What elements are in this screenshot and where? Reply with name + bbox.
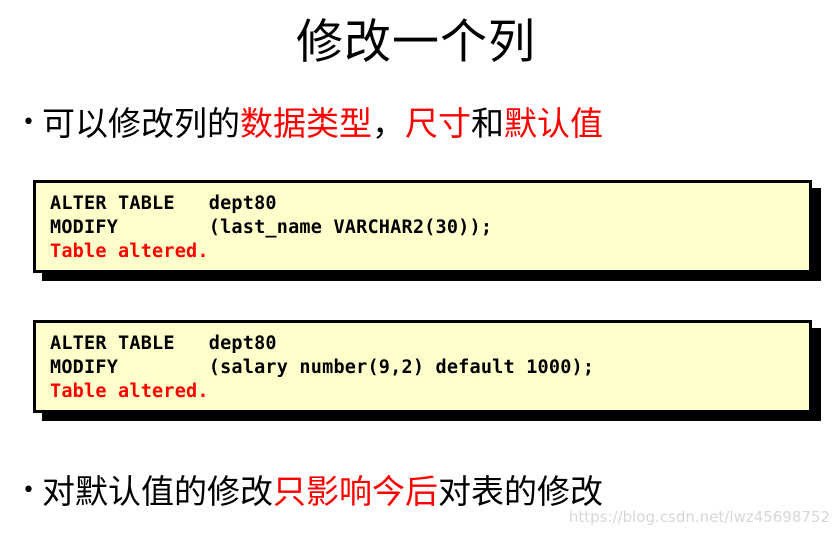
text-run: 只影响今后 — [273, 472, 438, 511]
text-run: 尺寸 — [405, 104, 471, 143]
page-title: 修改一个列 — [296, 15, 536, 70]
text-run: 和 — [471, 104, 504, 143]
text-run: 对表的修改 — [438, 472, 603, 511]
code-result-line: Table altered. — [50, 381, 209, 402]
code-line: ALTER TABLE dept80 — [50, 333, 277, 354]
text-run: 默认值 — [504, 104, 603, 143]
bullet-item-2-text: 对默认值的修改只影响今后对表的修改 — [42, 472, 603, 512]
text-run: 对默认值的修改 — [42, 472, 273, 511]
bullet-item-2: • 对默认值的修改只影响今后对表的修改 — [8, 472, 603, 512]
code-line: MODIFY (salary number(9,2) default 1000)… — [50, 357, 595, 378]
text-run: 数据类型 — [240, 104, 372, 143]
bullet-marker-icon: • — [22, 110, 35, 135]
code-line: ALTER TABLE dept80 — [50, 193, 277, 214]
slide-canvas: 修改一个列 • 可以修改列的数据类型，尺寸和默认值 ALTER TABLE de… — [0, 0, 832, 535]
bullet-item-1: • 可以修改列的数据类型，尺寸和默认值 — [8, 104, 603, 144]
code-block-2: ALTER TABLE dept80 MODIFY (salary number… — [33, 320, 812, 413]
watermark: https://blog.csdn.net/lwz45698752 — [568, 508, 830, 526]
code-line: MODIFY (last_name VARCHAR2(30)); — [50, 217, 493, 238]
text-run: 可以修改列的 — [42, 104, 240, 143]
code-result-line: Table altered. — [50, 241, 209, 262]
bullet-item-1-text: 可以修改列的数据类型，尺寸和默认值 — [42, 104, 603, 144]
bullet-marker-icon: • — [22, 478, 35, 503]
code-block-1: ALTER TABLE dept80 MODIFY (last_name VAR… — [33, 180, 812, 273]
text-run: ， — [372, 104, 405, 143]
